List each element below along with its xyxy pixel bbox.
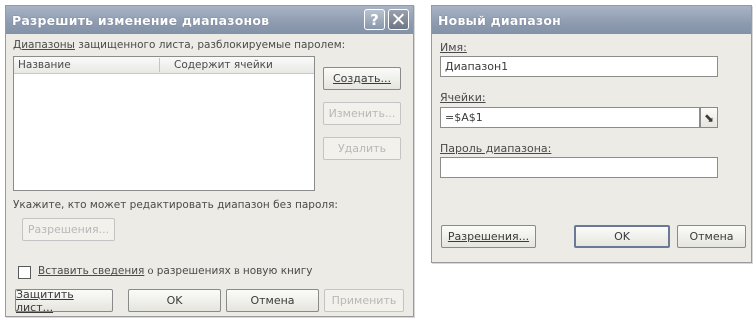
password-input[interactable] <box>440 157 718 178</box>
cancel-button-label: Отмена <box>689 230 734 243</box>
delete-button-label: Удалить <box>337 142 387 155</box>
apply-button-label: Применить <box>331 294 397 307</box>
password-label: Пароль диапазона: <box>440 142 551 155</box>
create-button[interactable]: Создать... <box>323 67 401 90</box>
new-range-dialog: Новый диапазон Имя: Диапазон1 Ячейки: =$… <box>431 5 752 263</box>
checkbox-text-2: о <box>144 266 157 277</box>
permissions-button[interactable]: Разрешения... <box>441 225 536 248</box>
checkbox-text-3: разрешениях <box>156 265 231 277</box>
cells-label: Ячейки: <box>440 91 486 104</box>
protect-sheet-button-label: Защитить лист... <box>16 287 74 314</box>
who-can-edit-label: Укажите, кто может редактировать диапазо… <box>13 199 338 211</box>
column-header-cells[interactable]: Содержит ячейки <box>174 59 273 71</box>
cancel-button-label: Отмена <box>250 294 295 307</box>
cancel-button[interactable]: Отмена <box>226 289 319 312</box>
range-picker-button[interactable]: ⬊ <box>700 107 718 128</box>
edit-button[interactable]: Изменить... <box>323 102 401 125</box>
list-header: Название Содержит ячейки <box>14 57 314 74</box>
dialog-title: Разрешить изменение диапазонов <box>12 13 270 28</box>
permissions-button[interactable]: Разрешения... <box>22 218 115 241</box>
ok-button-label: OK <box>614 230 630 243</box>
close-icon: ✕ <box>390 8 407 31</box>
ranges-list[interactable]: Название Содержит ячейки <box>13 56 315 191</box>
name-input[interactable]: Диапазон1 <box>440 56 718 77</box>
ranges-label-post: защищенного листа, разблокируемые пароле… <box>74 39 346 51</box>
name-label-text: Имя: <box>440 41 467 54</box>
name-label: Имя: <box>440 41 467 54</box>
dialog-title: Новый диапазон <box>438 13 562 28</box>
password-label-text: Пароль диапазона: <box>440 142 552 155</box>
insert-permissions-label[interactable]: Вставить сведения о разрешениях в новую … <box>38 265 312 277</box>
create-button-label: Создать... <box>333 72 391 85</box>
close-button[interactable]: ✕ <box>388 8 409 31</box>
ranges-label-pre: Диапазоны <box>13 39 75 51</box>
ok-button-label: OK <box>166 294 183 307</box>
range-picker-icon: ⬊ <box>703 110 715 125</box>
protect-sheet-button[interactable]: Защитить лист... <box>15 287 113 314</box>
checkbox-text-5: новую книгу <box>242 265 313 277</box>
insert-permissions-checkbox[interactable] <box>18 266 31 279</box>
help-button[interactable]: ? <box>364 9 385 30</box>
checkbox-text-1: Вставить сведения <box>38 265 145 277</box>
edit-button-label: Изменить... <box>328 107 396 120</box>
dialog-title-bar[interactable]: Разрешить изменение диапазонов <box>6 6 413 34</box>
ranges-label: Диапазоны защищенного листа, разблокируе… <box>13 39 345 51</box>
cells-label-text: Ячейки: <box>440 91 486 104</box>
column-header-name[interactable]: Название <box>18 59 71 71</box>
cancel-button[interactable]: Отмена <box>677 225 746 248</box>
ok-button[interactable]: OK <box>128 289 221 312</box>
cells-input[interactable]: =$A$1 <box>440 107 700 128</box>
permissions-button-label: Разрешения... <box>447 230 530 243</box>
column-divider[interactable] <box>159 58 160 72</box>
allow-edit-ranges-dialog: Разрешить изменение диапазонов ? ✕ Диапа… <box>5 5 414 317</box>
help-icon: ? <box>370 10 379 29</box>
delete-button[interactable]: Удалить <box>323 137 401 160</box>
dialog-title-bar[interactable]: Новый диапазон <box>432 6 751 34</box>
permissions-button-label: Разрешения... <box>27 223 110 236</box>
ok-button[interactable]: OK <box>574 225 670 248</box>
checkbox-text-4: в <box>230 266 243 277</box>
apply-button[interactable]: Применить <box>324 289 404 312</box>
